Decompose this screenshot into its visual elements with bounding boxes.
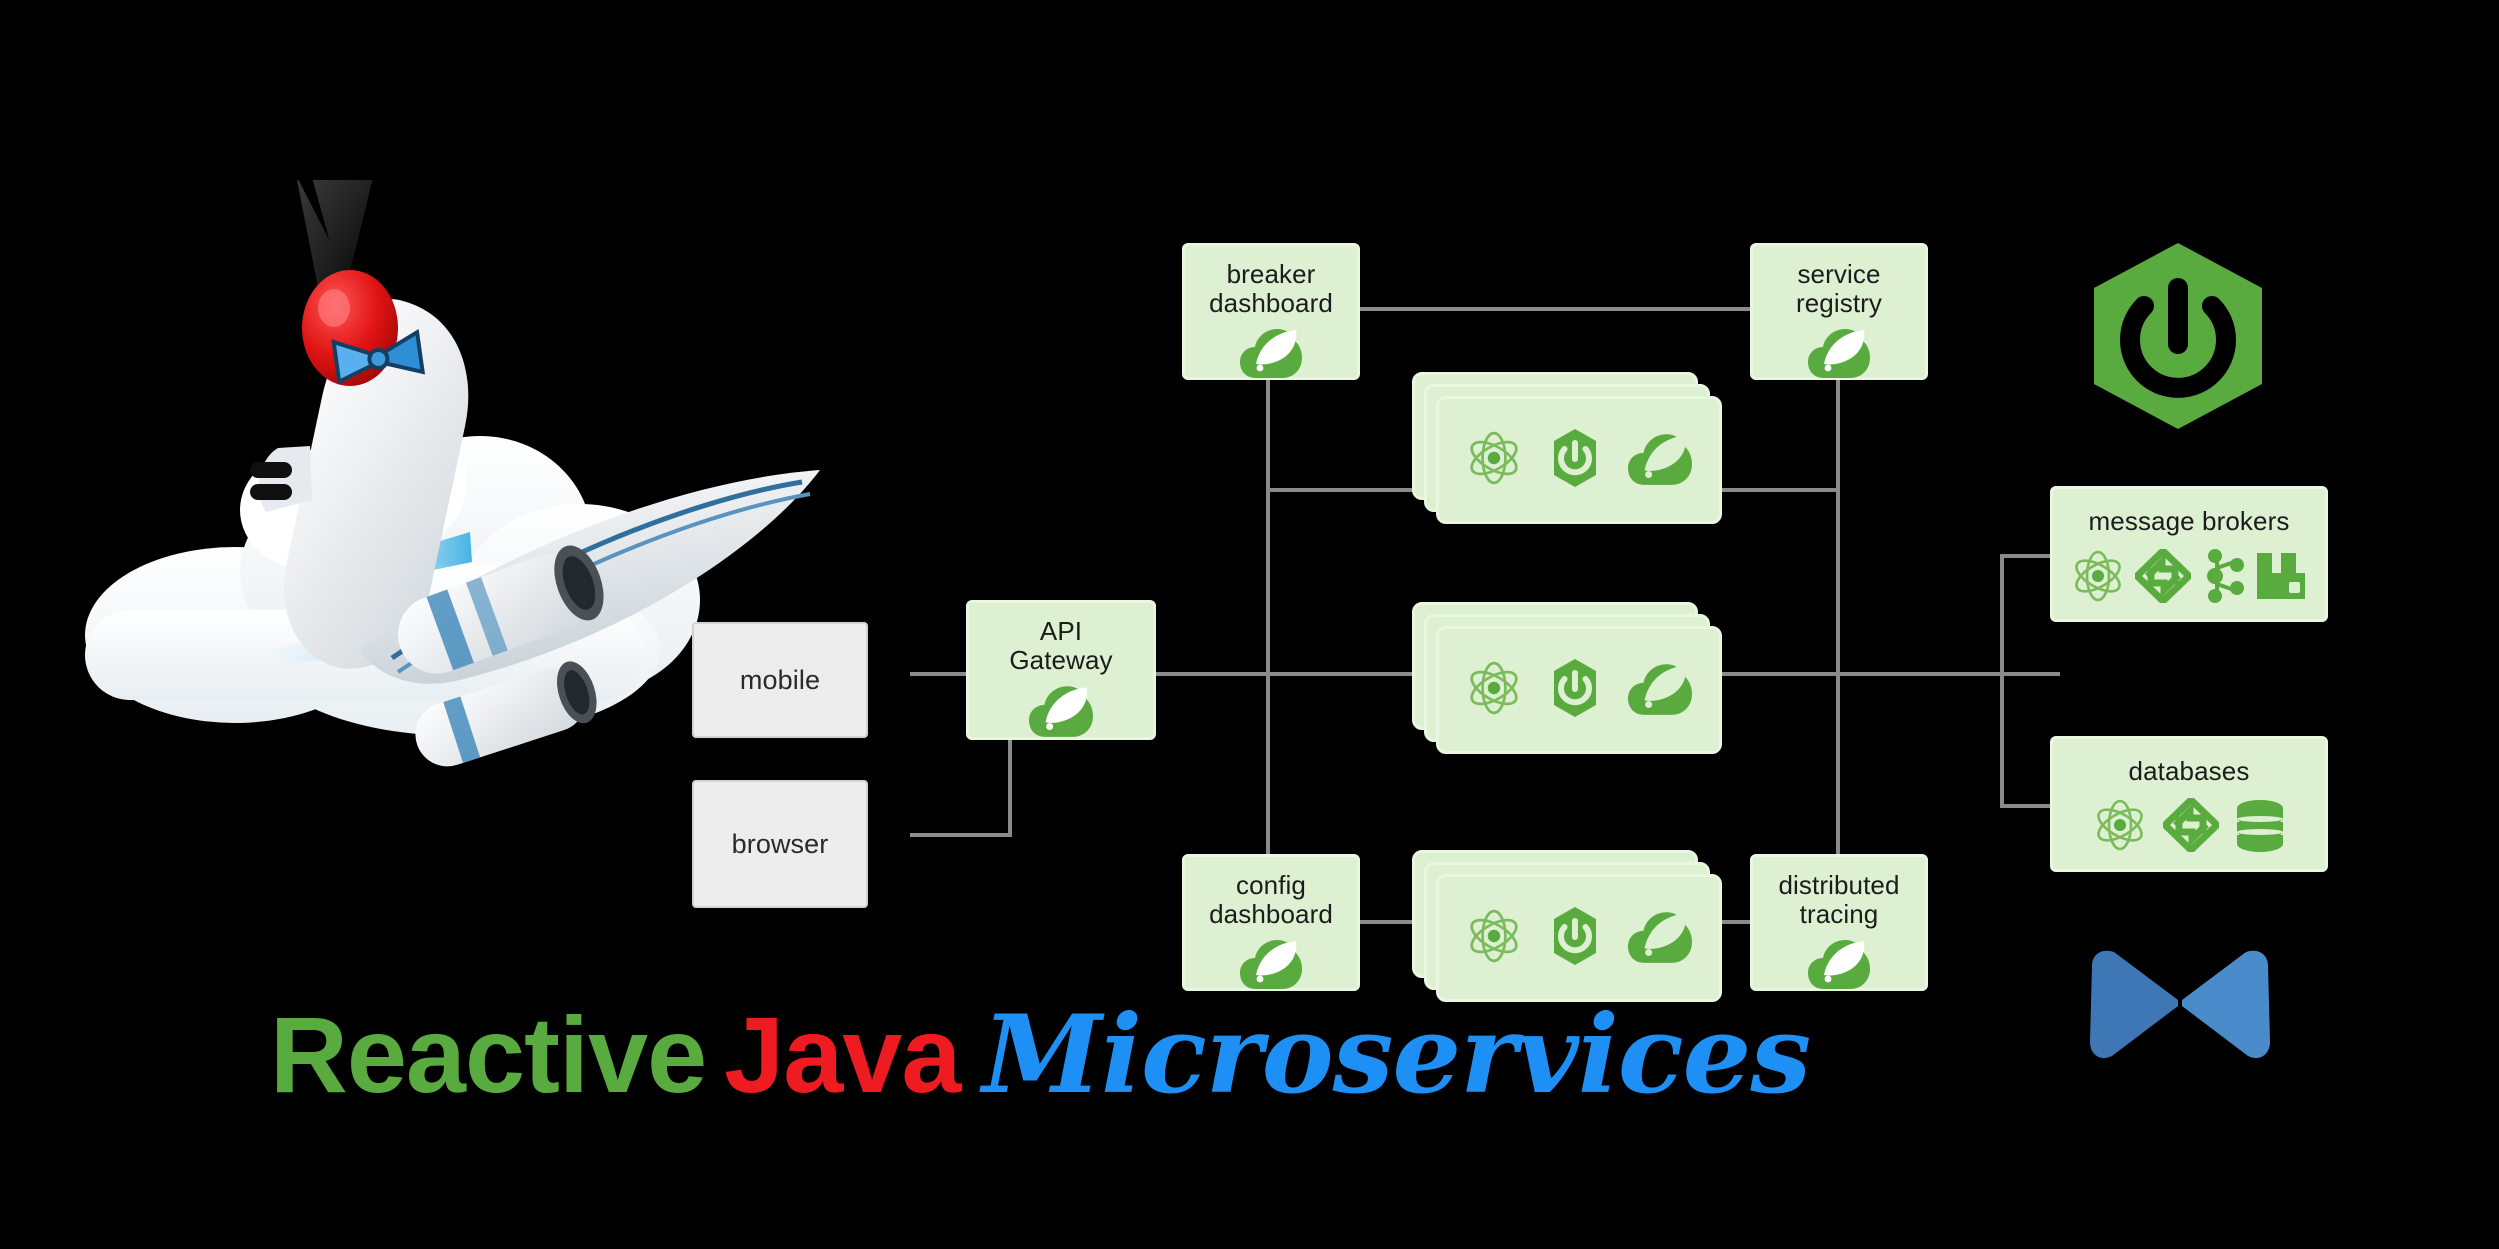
node-icons-api-gateway — [1029, 683, 1093, 742]
node-breaker-dashboard[interactable]: breaker dashboard — [1182, 243, 1360, 380]
spring-leaf-cloud-icon — [1808, 326, 1870, 383]
node-icons-databases — [2093, 795, 2285, 857]
reactor-atom-icon — [1466, 908, 1522, 969]
reactor-atom-icon — [1466, 660, 1522, 721]
reactor-atom-icon — [1466, 430, 1522, 491]
node-label-message-brokers: message brokers — [2088, 506, 2290, 536]
node-label-breaker-dashboard: breaker dashboard — [1209, 259, 1333, 319]
page-title: Reactive Java Microservices — [0, 992, 2080, 1118]
database-cylinder-icon — [2235, 798, 2285, 857]
rabbitmq-icon — [2255, 549, 2307, 608]
node-config-dashboard[interactable]: config dashboard — [1182, 854, 1360, 991]
deck-sheet-front — [1436, 626, 1722, 754]
microservice-deck-bottom[interactable] — [1412, 850, 1722, 1010]
spring-cloud-stream-icon — [2159, 795, 2223, 857]
connector-right-spine — [1836, 380, 1840, 883]
spring-leaf-cloud-icon — [1029, 683, 1093, 742]
duke-rocket-illustration — [60, 168, 1060, 840]
node-icons-breaker-dashboard — [1240, 326, 1302, 383]
node-label-config-dashboard: config dashboard — [1209, 870, 1333, 930]
client-box-browser[interactable]: browser — [692, 780, 868, 908]
node-message-brokers[interactable]: message brokers — [2050, 486, 2328, 622]
spring-cloud-stream-icon — [2131, 546, 2195, 608]
spring-leaf-cloud-icon — [1240, 937, 1302, 994]
client-label-browser: browser — [731, 828, 829, 859]
connector-browser-bus — [910, 833, 1012, 837]
title-word-reactive: Reactive — [269, 994, 707, 1115]
spring-boot-icon — [1548, 658, 1602, 723]
kafka-icon — [2201, 548, 2245, 609]
spring-boot-icon — [1548, 906, 1602, 971]
title-word-java: Java — [724, 994, 961, 1115]
client-box-mobile[interactable]: mobile — [692, 622, 868, 738]
node-distributed-tracing[interactable]: distributed tracing — [1750, 854, 1928, 991]
node-label-databases: databases — [2128, 756, 2250, 786]
microservice-deck-top[interactable] — [1412, 372, 1722, 532]
spring-leaf-cloud-icon — [1628, 661, 1692, 720]
node-label-distributed-tracing: distributed tracing — [1778, 870, 1900, 930]
title-word-microservices: Microservices — [982, 992, 1811, 1118]
node-icons-distributed-tracing — [1808, 937, 1870, 994]
reactor-atom-icon — [2093, 798, 2147, 857]
connector-breaker-registry — [1355, 307, 1755, 311]
client-label-mobile: mobile — [739, 664, 821, 695]
spring-leaf-cloud-icon — [1808, 937, 1870, 994]
node-icons-service-registry — [1808, 326, 1870, 383]
node-icons-config-dashboard — [1240, 937, 1302, 994]
spring-leaf-cloud-icon — [1240, 326, 1302, 383]
connector-right-branch-vertical — [2000, 556, 2004, 806]
project-reactor-icon — [2082, 944, 2278, 1064]
connector-deck-top-right-spine — [1720, 488, 1840, 492]
node-service-registry[interactable]: service registry — [1750, 243, 1928, 380]
diagram-canvas: mobile browser breaker dashboard service… — [0, 0, 2499, 1249]
node-icons-message-brokers — [2071, 546, 2307, 609]
connector-deck-mid-right — [1720, 672, 2060, 676]
microservice-deck-middle[interactable] — [1412, 602, 1722, 762]
node-api-gateway[interactable]: API Gateway — [966, 600, 1156, 740]
node-label-api-gateway: API Gateway — [1009, 616, 1113, 676]
spring-leaf-cloud-icon — [1628, 909, 1692, 968]
node-label-service-registry: service registry — [1795, 259, 1883, 319]
spring-boot-icon — [1548, 428, 1602, 493]
deck-sheet-front — [1436, 396, 1722, 524]
spring-boot-icon — [2068, 240, 2288, 432]
spring-leaf-cloud-icon — [1628, 431, 1692, 490]
node-databases[interactable]: databases — [2050, 736, 2328, 872]
connector-left-spine — [1266, 380, 1270, 883]
reactor-atom-icon — [2071, 549, 2125, 608]
deck-sheet-front — [1436, 874, 1722, 1002]
